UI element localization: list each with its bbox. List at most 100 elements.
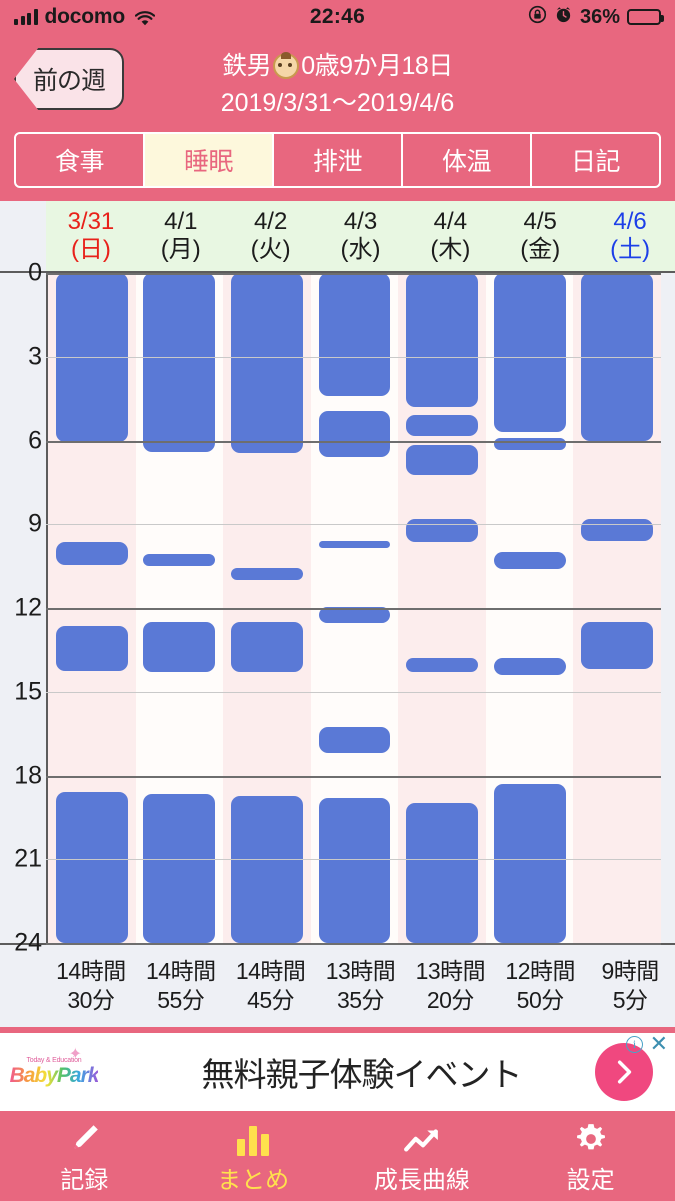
chart-column-2[interactable] — [223, 273, 311, 943]
date-header-row: 3/31 (日) 4/1 (月) 4/2 (火) 4/3 (水) 4/4 (木)… — [0, 201, 675, 273]
sleep-bar-3-3[interactable] — [318, 606, 391, 624]
sleep-bar-5-2[interactable] — [493, 552, 566, 569]
tab-sleep[interactable]: 睡眠 — [145, 134, 274, 186]
ad-cta-button[interactable] — [595, 1043, 653, 1101]
sleep-bar-1-1[interactable] — [143, 553, 216, 567]
total-cell-2: 14時間 45分 — [226, 945, 316, 1027]
date-cell-2[interactable]: 4/2 (火) — [226, 201, 316, 271]
date-cell-5[interactable]: 4/5 (金) — [495, 201, 585, 271]
nav-item-settings[interactable]: 設定 — [506, 1111, 675, 1201]
ad-banner[interactable]: ✦ Today & Education BabyPark 無料親子体験イベント … — [0, 1033, 675, 1111]
sleep-bar-0-2[interactable] — [55, 626, 128, 671]
sleep-bar-3-5[interactable] — [318, 797, 391, 943]
nav-item-summary[interactable]: まとめ — [169, 1111, 338, 1201]
chart-column-5[interactable] — [485, 273, 574, 943]
sleep-bar-6-2[interactable] — [581, 621, 654, 670]
nav-item-record[interactable]: 記録 — [0, 1111, 169, 1201]
sleep-bar-3-2[interactable] — [318, 541, 391, 548]
battery-percent-label: 36% — [579, 5, 620, 28]
nav-item-growth-curve[interactable]: 成長曲線 — [338, 1111, 507, 1201]
sleep-bar-4-5[interactable] — [406, 803, 478, 943]
y-tick-label-9: 9 — [28, 509, 42, 538]
sleep-bar-0-1[interactable] — [55, 542, 128, 565]
y-tick-label-6: 6 — [28, 426, 42, 454]
trending-up-icon — [403, 1118, 441, 1156]
y-tick-label-15: 15 — [14, 677, 42, 706]
total-cell-0: 14時間 30分 — [46, 945, 136, 1027]
sleep-bar-4-0[interactable] — [406, 273, 478, 407]
tab-temperature[interactable]: 体温 — [403, 134, 532, 186]
sleep-bar-5-1[interactable] — [493, 437, 566, 451]
sleep-bar-2-2[interactable] — [231, 621, 303, 673]
y-tick-label-3: 3 — [28, 342, 42, 371]
chart-column-0[interactable] — [48, 273, 136, 943]
sleep-bar-3-1[interactable] — [318, 411, 391, 458]
tab-diary[interactable]: 日記 — [532, 134, 659, 186]
date-label-0: 3/31 — [67, 208, 115, 235]
tab-excretion[interactable]: 排泄 — [274, 134, 403, 186]
date-label-3: 4/3 — [343, 208, 378, 235]
sleep-bar-0-0[interactable] — [55, 273, 128, 442]
ad-close-icon[interactable]: ✕ — [650, 1033, 668, 1055]
nav-label-settings: 設定 — [566, 1166, 615, 1194]
date-label-1: 4/1 — [164, 208, 198, 235]
total-hours-1: 14時間 — [145, 958, 216, 984]
sleep-bar-2-1[interactable] — [231, 567, 303, 581]
chart-column-6[interactable] — [573, 273, 662, 943]
sleep-bar-5-3[interactable] — [493, 658, 566, 675]
sleep-bar-1-0[interactable] — [143, 273, 216, 452]
total-cell-5: 12時間 50分 — [495, 945, 585, 1027]
date-cell-4[interactable]: 4/4 (木) — [405, 201, 495, 271]
sleep-bar-2-0[interactable] — [231, 273, 303, 454]
sleep-bar-4-4[interactable] — [406, 658, 478, 673]
date-label-6: 4/6 — [613, 208, 647, 235]
chart-plot-area[interactable] — [46, 273, 662, 943]
nav-label-growth-curve: 成長曲線 — [373, 1166, 470, 1194]
sleep-bar-3-0[interactable] — [318, 273, 391, 396]
sleep-bar-4-2[interactable] — [406, 444, 478, 476]
sleep-bar-3-4[interactable] — [318, 726, 391, 754]
child-name-label: 鉄男 — [222, 52, 272, 80]
y-tick-label-24: 24 — [14, 928, 42, 957]
total-minutes-6: 5分 — [612, 987, 648, 1013]
gear-icon — [574, 1118, 608, 1156]
status-right: 36% — [528, 5, 664, 30]
total-minutes-0: 30分 — [67, 987, 115, 1013]
sleep-bar-6-0[interactable] — [581, 273, 654, 441]
total-minutes-1: 55分 — [157, 987, 205, 1013]
sleep-bar-4-1[interactable] — [406, 415, 478, 437]
sleep-bar-5-4[interactable] — [493, 783, 566, 943]
sleep-bar-1-2[interactable] — [143, 621, 216, 673]
sleep-bar-4-3[interactable] — [406, 518, 478, 543]
total-cell-6: 9時間 5分 — [585, 945, 675, 1027]
sleep-bar-2-3[interactable] — [231, 796, 303, 943]
tab-meal[interactable]: 食事 — [16, 134, 145, 186]
battery-icon — [627, 9, 664, 25]
y-tick-label-12: 12 — [14, 593, 42, 622]
date-cell-1[interactable]: 4/1 (月) — [136, 201, 226, 271]
sleep-bar-5-0[interactable] — [493, 273, 566, 433]
chart-column-1[interactable] — [135, 273, 224, 943]
sleep-bar-6-1[interactable] — [581, 518, 654, 541]
date-cell-3[interactable]: 4/3 (水) — [316, 201, 406, 271]
date-cell-6[interactable]: 4/6 (土) — [585, 201, 675, 271]
date-cell-0[interactable]: 3/31 (日) — [46, 201, 136, 271]
weekday-label-2: (火) — [250, 236, 291, 263]
weekday-label-1: (月) — [160, 236, 201, 263]
nav-label-summary: まとめ — [217, 1166, 290, 1194]
total-cell-4: 13時間 20分 — [405, 945, 495, 1027]
ad-logo-star-icon: ✦ — [68, 1046, 82, 1063]
rotation-lock-icon — [528, 5, 547, 30]
ad-headline: 無料親子体験イベント — [201, 1056, 523, 1093]
status-bar: docomo 22:46 36% — [0, 0, 675, 34]
chart-column-4[interactable] — [398, 273, 486, 943]
date-label-4: 4/4 — [433, 208, 468, 235]
pencil-icon — [67, 1118, 101, 1156]
ad-logo: ✦ Today & Education BabyPark — [10, 1042, 100, 1102]
ad-info-icon[interactable]: i — [626, 1036, 643, 1053]
y-tick-label-21: 21 — [14, 844, 42, 873]
chart-column-3[interactable] — [310, 273, 399, 943]
sleep-bar-0-3[interactable] — [55, 792, 128, 943]
date-label-5: 4/5 — [523, 208, 557, 235]
sleep-bar-1-3[interactable] — [143, 793, 216, 943]
